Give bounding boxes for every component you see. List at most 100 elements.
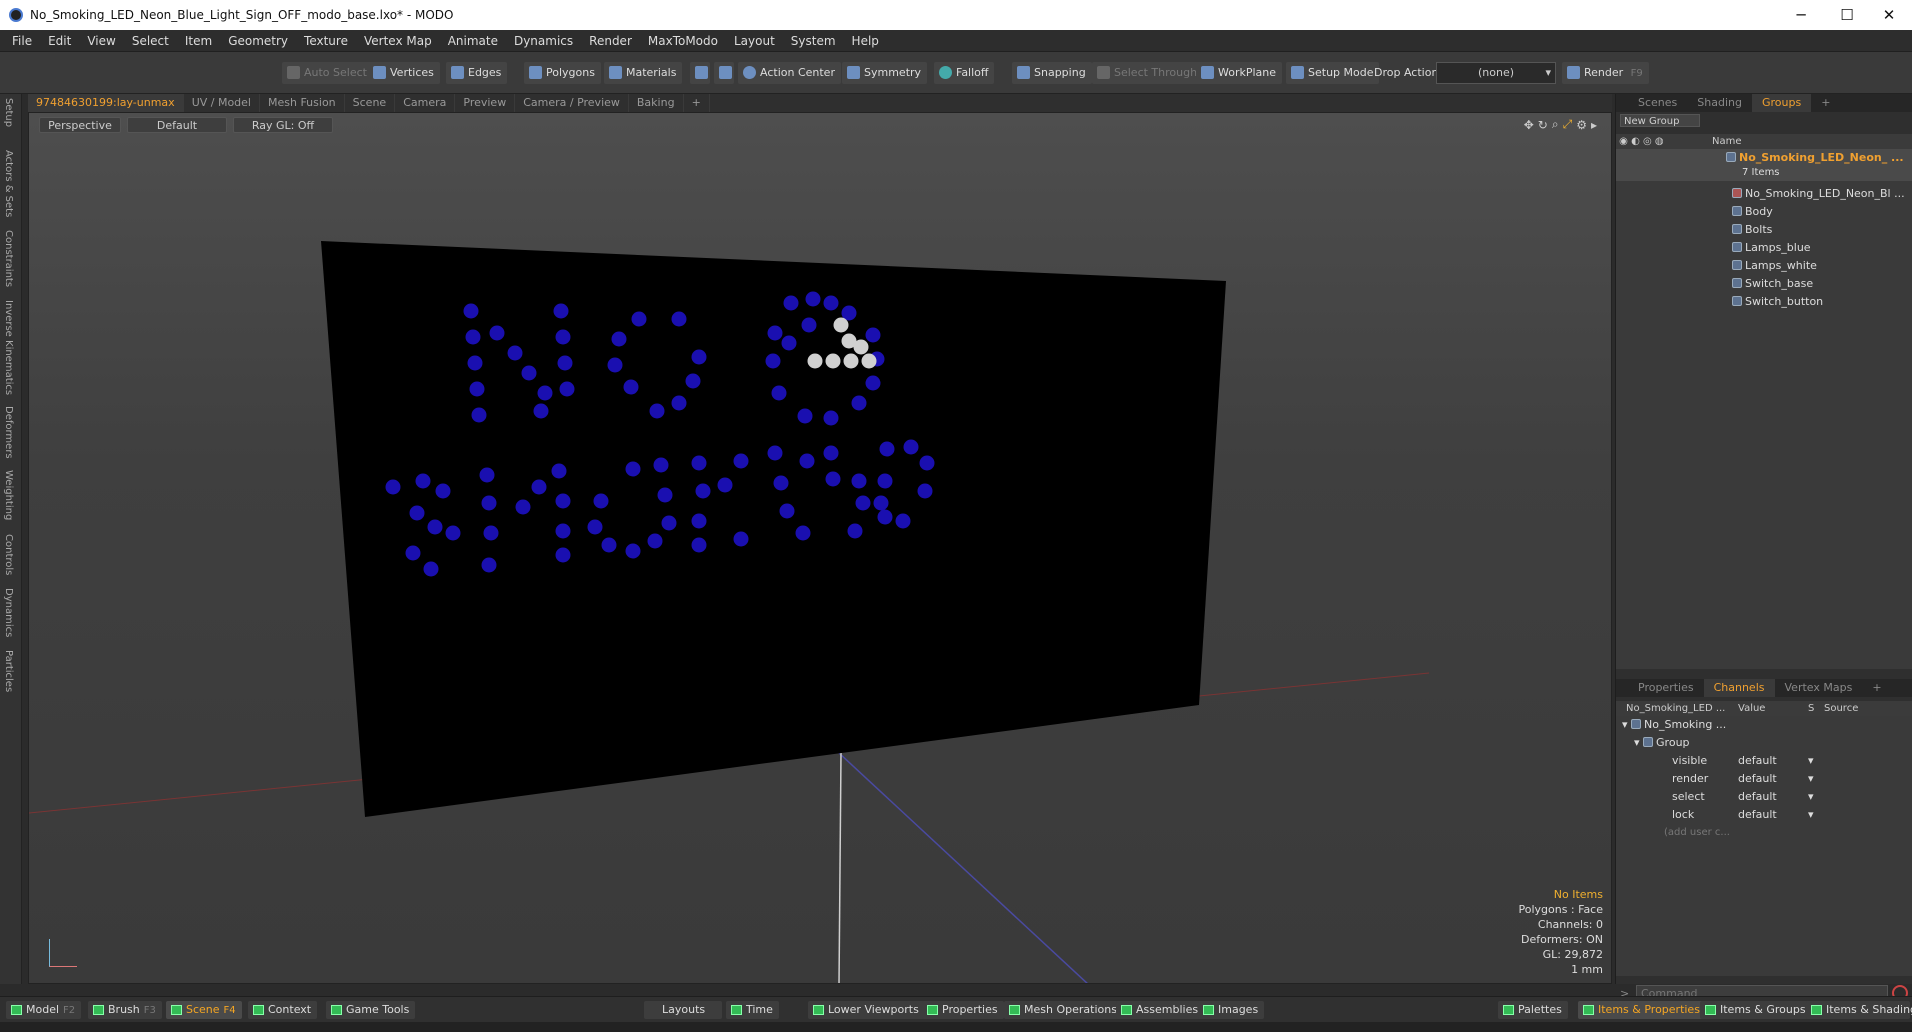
tab-mesh-fusion[interactable]: Mesh Fusion bbox=[260, 94, 345, 112]
scene-layout-button[interactable]: Scene F4 bbox=[166, 1001, 242, 1019]
menu-animate[interactable]: Animate bbox=[440, 30, 506, 52]
images-button[interactable]: Images bbox=[1198, 1001, 1265, 1019]
tab-camera[interactable]: Camera bbox=[395, 94, 456, 112]
channel-value-select[interactable]: default bbox=[1734, 788, 1808, 806]
group-item-row[interactable]: No_Smoking_LED_Neon_Bl ... bbox=[1616, 185, 1912, 203]
zoom-icon[interactable]: ⌕ bbox=[1552, 117, 1559, 132]
lower-viewports-button[interactable]: Lower Viewports bbox=[808, 1001, 925, 1019]
tab-shading[interactable]: Shading bbox=[1687, 94, 1752, 112]
tab-groups[interactable]: Groups bbox=[1751, 94, 1812, 112]
group-item-row[interactable]: Body bbox=[1616, 203, 1912, 221]
menu-edit[interactable]: Edit bbox=[40, 30, 79, 52]
group-row[interactable]: No_Smoking_LED_Neon_ ... bbox=[1616, 149, 1912, 167]
brush-layout-button[interactable]: Brush F3 bbox=[88, 1001, 162, 1019]
tab-vertex-maps[interactable]: Vertex Maps bbox=[1775, 679, 1863, 697]
side-tab-dynamics[interactable]: Dynamics bbox=[3, 588, 14, 637]
game-tools-layout-button[interactable]: Game Tools bbox=[326, 1001, 416, 1019]
tab-scene[interactable]: Scene bbox=[345, 94, 396, 112]
channel-row[interactable]: select default ▾ bbox=[1616, 788, 1912, 806]
minimize-button[interactable]: ─ bbox=[1778, 0, 1824, 30]
channel-row[interactable]: lock default ▾ bbox=[1616, 806, 1912, 824]
group-item-row[interactable]: Lamps_white bbox=[1616, 257, 1912, 275]
side-tab-setup[interactable]: Setup bbox=[3, 98, 14, 127]
side-tab-actors-sets[interactable]: Actors & Sets bbox=[3, 150, 14, 217]
channel-value-select[interactable]: default bbox=[1734, 770, 1808, 788]
tab-lay-unmax[interactable]: 97484630199:lay-unmax bbox=[28, 94, 184, 112]
items-properties-button[interactable]: Items & Properties bbox=[1578, 1001, 1706, 1019]
menu-geometry[interactable]: Geometry bbox=[220, 30, 296, 52]
group-item-row[interactable]: Switch_button bbox=[1616, 293, 1912, 311]
menu-maxtomodo[interactable]: MaxToModo bbox=[640, 30, 726, 52]
side-tab-weighting[interactable]: Weighting bbox=[3, 470, 14, 520]
action-center-button[interactable]: Action Center bbox=[738, 62, 841, 84]
menu-texture[interactable]: Texture bbox=[296, 30, 356, 52]
time-button[interactable]: Time bbox=[726, 1001, 779, 1019]
snapping-button[interactable]: Snapping bbox=[1012, 62, 1092, 84]
tab-camera-preview[interactable]: Camera / Preview bbox=[515, 94, 629, 112]
mesh-operations-button[interactable]: Mesh Operations bbox=[1004, 1001, 1123, 1019]
model-layout-button[interactable]: Model F2 bbox=[6, 1001, 82, 1019]
context-layout-button[interactable]: Context bbox=[248, 1001, 318, 1019]
palettes-button[interactable]: Palettes bbox=[1498, 1001, 1568, 1019]
tab-scenes[interactable]: Scenes bbox=[1628, 94, 1687, 112]
tab-preview[interactable]: Preview bbox=[455, 94, 516, 112]
select-mode-button-2[interactable] bbox=[714, 62, 734, 84]
maximize-button[interactable]: ☐ bbox=[1824, 0, 1870, 30]
channels-root-row[interactable]: ▾ No_Smoking ... bbox=[1616, 716, 1912, 734]
vertices-button[interactable]: Vertices bbox=[368, 62, 440, 84]
channel-value-select[interactable]: default bbox=[1734, 806, 1808, 824]
add-tab-button[interactable]: + bbox=[684, 94, 710, 112]
setup-mode-button[interactable]: Setup Mode bbox=[1286, 62, 1380, 84]
add-panel-tab-button[interactable]: + bbox=[1811, 94, 1840, 112]
menu-system[interactable]: System bbox=[783, 30, 844, 52]
channel-row[interactable]: visible default ▾ bbox=[1616, 752, 1912, 770]
group-item-row[interactable]: Bolts bbox=[1616, 221, 1912, 239]
expand-icon[interactable]: ▸ bbox=[1591, 118, 1597, 132]
new-group-button[interactable]: New Group bbox=[1620, 114, 1700, 127]
group-item-row[interactable]: Lamps_blue bbox=[1616, 239, 1912, 257]
workplane-button[interactable]: WorkPlane bbox=[1196, 62, 1283, 84]
channels-group-row[interactable]: ▾ Group bbox=[1616, 734, 1912, 752]
tab-uv-model[interactable]: UV / Model bbox=[184, 94, 260, 112]
select-through-button[interactable]: Select Through bbox=[1092, 62, 1204, 84]
items-shading-button[interactable]: Items & Shading bbox=[1806, 1001, 1912, 1019]
shading-button[interactable]: Default bbox=[127, 117, 227, 133]
group-item-row[interactable]: Switch_base bbox=[1616, 275, 1912, 293]
fit-icon[interactable]: ⤢ bbox=[1563, 117, 1573, 132]
tab-properties[interactable]: Properties bbox=[1628, 679, 1704, 697]
tab-baking[interactable]: Baking bbox=[629, 94, 684, 112]
menu-select[interactable]: Select bbox=[124, 30, 177, 52]
items-groups-button[interactable]: Items & Groups bbox=[1700, 1001, 1812, 1019]
3d-viewport[interactable]: Perspective Default Ray GL: Off ✥ ↻ ⌕ ⤢ ⚙ ▸ N… bbox=[28, 112, 1612, 984]
assemblies-button[interactable]: Assemblies bbox=[1116, 1001, 1205, 1019]
menu-dynamics[interactable]: Dynamics bbox=[506, 30, 581, 52]
menu-layout[interactable]: Layout bbox=[726, 30, 783, 52]
tab-channels[interactable]: Channels bbox=[1703, 679, 1775, 697]
menu-help[interactable]: Help bbox=[844, 30, 887, 52]
channel-value-select[interactable]: default bbox=[1734, 752, 1808, 770]
menu-vertex-map[interactable]: Vertex Map bbox=[356, 30, 440, 52]
layouts-button[interactable]: Layouts bbox=[644, 1001, 722, 1019]
menu-file[interactable]: File bbox=[4, 30, 40, 52]
view-type-button[interactable]: Perspective bbox=[39, 117, 121, 133]
edges-button[interactable]: Edges bbox=[446, 62, 508, 84]
side-tab-inverse-kinematics[interactable]: Inverse Kinematics bbox=[3, 300, 14, 395]
polygons-button[interactable]: Polygons bbox=[524, 62, 601, 84]
auto-select-button[interactable]: Auto Select bbox=[282, 62, 373, 84]
properties-button[interactable]: Properties bbox=[922, 1001, 1004, 1019]
rotate-icon[interactable]: ↻ bbox=[1538, 118, 1548, 132]
add-channels-tab-button[interactable]: + bbox=[1862, 679, 1891, 697]
settings-icon[interactable]: ⚙ bbox=[1576, 118, 1587, 132]
menu-item[interactable]: Item bbox=[177, 30, 220, 52]
drop-action-select[interactable]: (none) ▾ bbox=[1436, 62, 1556, 84]
channel-row[interactable]: render default ▾ bbox=[1616, 770, 1912, 788]
menu-view[interactable]: View bbox=[79, 30, 123, 52]
render-button[interactable]: Render F9 bbox=[1562, 62, 1649, 84]
side-tab-constraints[interactable]: Constraints bbox=[3, 230, 14, 287]
close-button[interactable]: ✕ bbox=[1866, 0, 1912, 30]
materials-button[interactable]: Materials bbox=[604, 62, 683, 84]
select-mode-button-1[interactable] bbox=[690, 62, 710, 84]
falloff-button[interactable]: Falloff bbox=[934, 62, 995, 84]
symmetry-button[interactable]: Symmetry bbox=[842, 62, 928, 84]
add-user-channel[interactable]: (add user c... bbox=[1616, 824, 1912, 842]
